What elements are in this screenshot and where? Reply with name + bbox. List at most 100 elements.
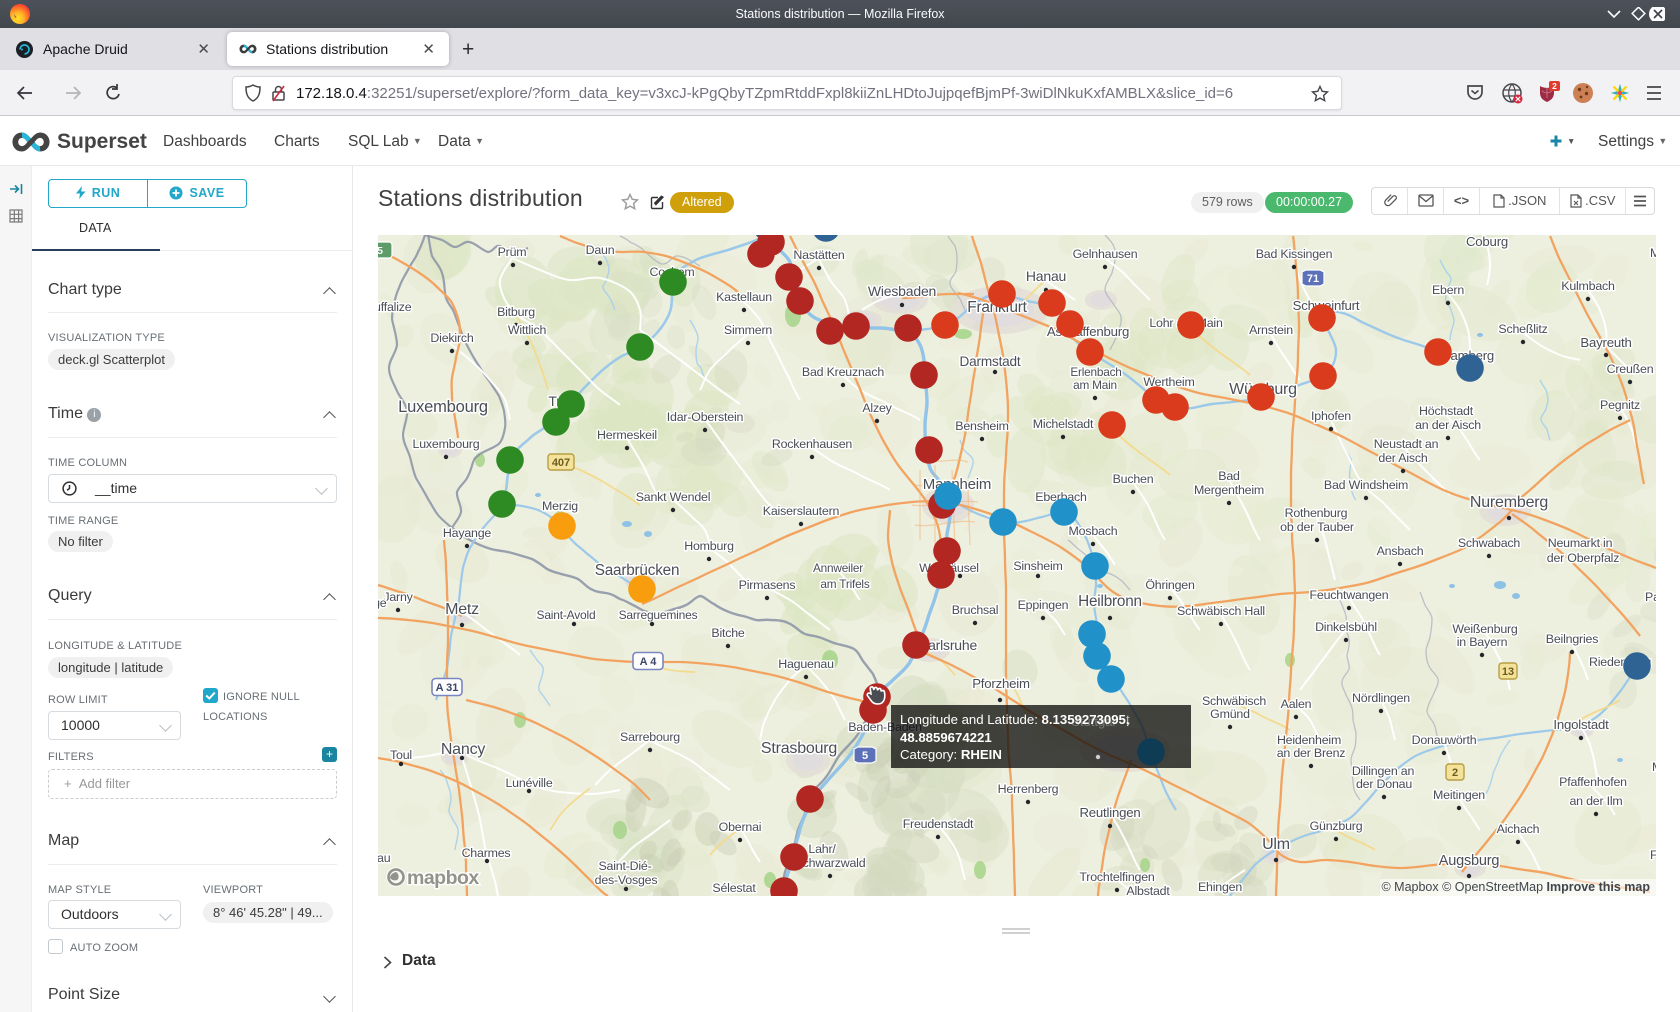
svg-text:Wittlich: Wittlich: [508, 323, 547, 337]
svg-text:Kulmbach: Kulmbach: [1561, 279, 1615, 293]
svg-text:Ansbach: Ansbach: [1377, 544, 1424, 558]
svg-text:Nuremberg: Nuremberg: [1470, 494, 1548, 511]
svg-text:13: 13: [1502, 666, 1514, 678]
svg-text:71: 71: [1307, 273, 1319, 285]
svg-text:Sarrebourg: Sarrebourg: [620, 730, 680, 744]
svg-text:Weißenburg: Weißenburg: [1452, 622, 1518, 636]
svg-text:Hayange: Hayange: [443, 526, 492, 540]
svg-text:Metz: Metz: [445, 601, 479, 618]
svg-text:5: 5: [378, 245, 383, 257]
svg-text:Sinsheim: Sinsheim: [1013, 559, 1062, 573]
svg-text:Hermeskeil: Hermeskeil: [597, 428, 657, 442]
svg-text:Hagenau: Hagenau: [378, 851, 391, 865]
svg-text:Nördlingen: Nördlingen: [1352, 691, 1410, 705]
svg-text:Höchstadt: Höchstadt: [1419, 404, 1474, 418]
svg-text:Gmünd: Gmünd: [1210, 707, 1250, 721]
svg-text:Jarny: Jarny: [383, 590, 413, 604]
svg-text:Bayreuth: Bayreuth: [1580, 335, 1631, 350]
svg-text:Scheßlitz: Scheßlitz: [1498, 322, 1547, 336]
svg-text:Simmern: Simmern: [724, 323, 772, 337]
svg-text:Gelnhausen: Gelnhausen: [1073, 247, 1138, 261]
svg-text:des-Vosges: des-Vosges: [595, 873, 658, 887]
svg-text:Dillingen an: Dillingen an: [1352, 764, 1415, 778]
svg-text:Schwäbisch Hall: Schwäbisch Hall: [1177, 604, 1265, 618]
svg-text:Bitburg: Bitburg: [497, 305, 535, 319]
svg-text:Bad Kreuznach: Bad Kreuznach: [802, 365, 884, 379]
svg-text:Ehingen: Ehingen: [1198, 880, 1242, 894]
svg-text:Freudenstadt: Freudenstadt: [903, 817, 974, 831]
svg-text:der Aisch: der Aisch: [1378, 451, 1427, 465]
svg-text:Bitche: Bitche: [711, 626, 745, 640]
svg-text:Longitude and Latitude: 8.1359: Longitude and Latitude: 8.1359273095,: [900, 712, 1130, 727]
svg-text:t: t: [1126, 712, 1130, 727]
svg-text:Freising: Freising: [1650, 848, 1656, 862]
svg-text:Hagondange: Hagondange: [378, 596, 387, 610]
svg-text:Aichach: Aichach: [1497, 822, 1540, 836]
svg-text:Beilngries: Beilngries: [1546, 632, 1598, 646]
svg-text:Bad Windsheim: Bad Windsheim: [1324, 478, 1408, 492]
svg-text:Münchberg: Münchberg: [1650, 246, 1656, 260]
svg-text:der Oberpfalz: der Oberpfalz: [1547, 551, 1619, 565]
svg-text:Luxembourg: Luxembourg: [413, 437, 480, 451]
svg-text:407: 407: [552, 457, 570, 469]
svg-text:Wiesbaden: Wiesbaden: [868, 283, 936, 299]
svg-text:Luxembourg: Luxembourg: [398, 398, 488, 416]
svg-text:Sarreguemines: Sarreguemines: [619, 608, 698, 622]
svg-text:der Donau: der Donau: [1356, 777, 1412, 791]
svg-text:Pirmasens: Pirmasens: [739, 578, 796, 592]
svg-text:Creußen: Creußen: [1607, 362, 1654, 376]
svg-text:Reutlingen: Reutlingen: [1079, 805, 1140, 820]
svg-text:Prüm: Prüm: [498, 245, 527, 259]
svg-text:Category: RHEIN: Category: RHEIN: [900, 747, 1002, 762]
svg-text:Diekirch: Diekirch: [430, 331, 473, 345]
svg-text:Rockenhausen: Rockenhausen: [772, 437, 853, 451]
svg-text:5: 5: [862, 750, 868, 762]
svg-text:Saint-Avold: Saint-Avold: [537, 608, 596, 622]
svg-text:Meitingen: Meitingen: [1433, 788, 1485, 802]
svg-text:Augsburg: Augsburg: [1439, 853, 1500, 869]
svg-text:Schwäbisch: Schwäbisch: [1202, 694, 1266, 708]
svg-text:Obernai: Obernai: [719, 820, 762, 834]
svg-text:Homburg: Homburg: [684, 539, 734, 553]
svg-text:ob der Tauber: ob der Tauber: [1280, 520, 1354, 534]
svg-text:Mainburg: Mainburg: [1652, 760, 1656, 774]
svg-text:A 31: A 31: [436, 682, 459, 694]
svg-text:Wertheim: Wertheim: [1143, 375, 1194, 389]
svg-text:Aalen: Aalen: [1281, 697, 1312, 711]
svg-text:in Bayern: in Bayern: [1457, 635, 1508, 649]
svg-text:an der Aisch: an der Aisch: [1415, 418, 1481, 432]
svg-text:Heilbronn: Heilbronn: [1078, 593, 1142, 610]
svg-text:Lunéville: Lunéville: [505, 776, 552, 790]
svg-text:Trochtelfingen: Trochtelfingen: [1079, 870, 1155, 884]
svg-text:Strasbourg: Strasbourg: [761, 740, 837, 757]
svg-text:Ebern: Ebern: [1432, 283, 1464, 297]
svg-text:Sankt Wendel: Sankt Wendel: [636, 490, 711, 504]
svg-text:Feuchtwangen: Feuchtwangen: [1310, 588, 1389, 602]
svg-text:Neumarkt in: Neumarkt in: [1548, 536, 1613, 550]
svg-text:Daun: Daun: [586, 243, 615, 257]
svg-text:Schwabach: Schwabach: [1458, 536, 1521, 550]
svg-text:2: 2: [1452, 767, 1458, 779]
svg-text:Nastätten: Nastätten: [793, 248, 845, 262]
svg-text:Houffalize: Houffalize: [378, 300, 412, 314]
svg-text:Kastellaun: Kastellaun: [716, 290, 772, 304]
svg-text:Haguenau: Haguenau: [778, 657, 834, 671]
svg-text:Buchen: Buchen: [1113, 472, 1154, 486]
svg-text:Rothenburg: Rothenburg: [1285, 506, 1348, 520]
svg-text:Heidenheim: Heidenheim: [1277, 733, 1341, 747]
svg-text:Arnstein: Arnstein: [1249, 323, 1293, 337]
svg-text:Iphofen: Iphofen: [1311, 409, 1351, 423]
svg-text:Albstadt: Albstadt: [1126, 884, 1170, 896]
svg-text:48.8859674221: 48.8859674221: [900, 730, 992, 745]
svg-text:Alzey: Alzey: [862, 401, 892, 415]
svg-text:Michelstadt: Michelstadt: [1033, 417, 1094, 431]
svg-text:Günzburg: Günzburg: [1310, 819, 1363, 833]
svg-text:mapbox: mapbox: [407, 867, 479, 889]
svg-text:Pforzheim: Pforzheim: [972, 676, 1030, 691]
svg-text:Ingolstadt: Ingolstadt: [1553, 717, 1609, 732]
svg-text:Herrenberg: Herrenberg: [998, 782, 1059, 796]
svg-text:Dinkelsbühl: Dinkelsbühl: [1315, 620, 1377, 634]
svg-text:Saint-Dié-: Saint-Dié-: [598, 859, 651, 873]
svg-text:Öhringen: Öhringen: [1145, 578, 1195, 592]
svg-text:am Main: am Main: [1073, 378, 1117, 392]
